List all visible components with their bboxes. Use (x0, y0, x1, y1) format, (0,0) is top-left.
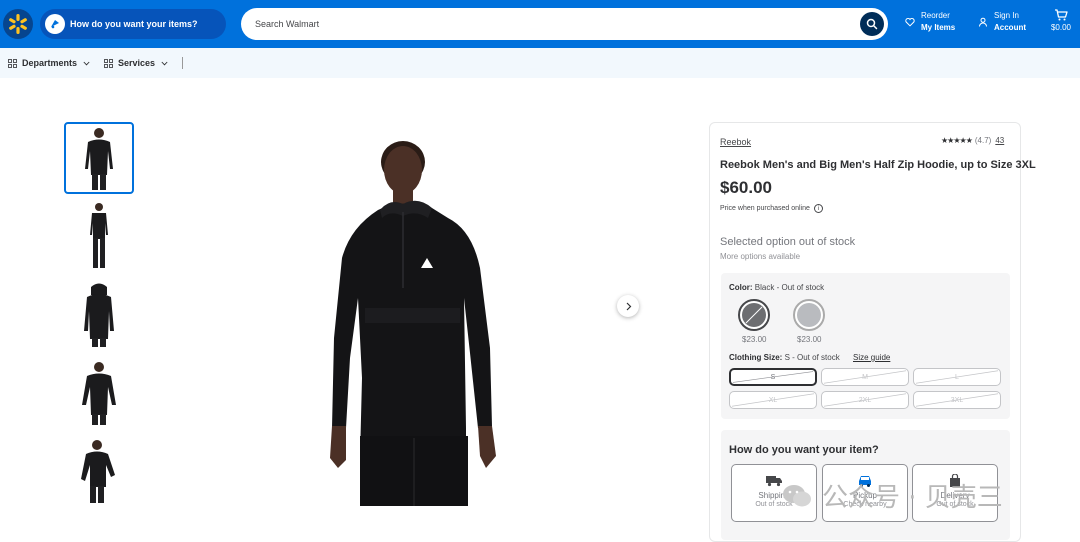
swatch-price: $23.00 (742, 335, 767, 344)
search-icon (866, 18, 878, 30)
product-thumbnail-image (82, 362, 116, 425)
price-note-text: Price when purchased online (720, 205, 810, 212)
delivery-icon (45, 14, 65, 34)
services-label: Services (118, 58, 156, 68)
rating-summary[interactable]: ★★★★★ (4.7) 43 (941, 136, 1004, 145)
thumbnail-3[interactable] (64, 278, 134, 350)
size-option-m[interactable]: M (821, 368, 909, 386)
unavailable-strike-icon (732, 371, 814, 383)
size-label: Clothing Size: S - Out of stock (729, 353, 840, 362)
search-bar (241, 8, 888, 40)
color-swatch-black[interactable] (738, 299, 770, 331)
departments-label: Departments (22, 58, 78, 68)
price-note: Price when purchased online i (720, 204, 823, 213)
info-icon[interactable]: i (813, 204, 823, 213)
review-count-link[interactable]: 43 (995, 136, 1004, 145)
size-option-xl[interactable]: XL (729, 391, 817, 409)
rating-value: (4.7) (974, 136, 992, 145)
grid-icon (8, 58, 17, 68)
color-label: Color: Black - Out of stock (729, 283, 824, 292)
global-header: How do you want your items? Reorder My I… (0, 0, 1080, 48)
fulfillment-title: How do you want your item? (729, 444, 879, 456)
brand-link[interactable]: Reebok (720, 137, 751, 147)
size-option-3xl[interactable]: 3XL (913, 391, 1001, 409)
main-product-image (330, 141, 496, 506)
product-price: $60.00 (720, 178, 772, 197)
chevron-down-icon (83, 61, 90, 65)
walmart-logo[interactable] (3, 9, 33, 39)
size-label-value: S - Out of stock (784, 353, 840, 362)
search-input[interactable] (255, 19, 835, 29)
size-label-key: Clothing Size: (729, 353, 783, 362)
thumbnail-4[interactable] (64, 356, 134, 428)
truck-icon (765, 473, 783, 489)
wechat-logo-icon (783, 484, 811, 506)
color-label-key: Color: (729, 283, 753, 292)
account-link[interactable]: Sign In Account (978, 10, 1026, 34)
next-image-button[interactable] (617, 295, 639, 317)
swatch-color (797, 303, 821, 327)
nav-divider (182, 57, 184, 69)
reorder-label: Reorder (921, 11, 950, 20)
services-menu[interactable]: Services (104, 58, 168, 68)
size-option-2xl[interactable]: 2XL (821, 391, 909, 409)
thumbnail-2[interactable] (64, 200, 134, 272)
unavailable-strike-icon (915, 393, 999, 407)
watermark: 公众号 · 贝壳三 (782, 477, 1003, 514)
delivery-method-button[interactable]: How do you want your items? (40, 9, 226, 39)
star-rating-icon: ★★★★★ (941, 136, 973, 145)
chevron-right-icon (626, 302, 631, 310)
unavailable-strike-icon (915, 370, 999, 384)
departments-menu[interactable]: Departments (8, 58, 90, 68)
spark-icon (9, 14, 27, 34)
product-thumbnail-image (84, 283, 114, 347)
user-icon (979, 17, 987, 27)
product-thumbnail-image (85, 128, 113, 190)
size-option-l[interactable]: L (913, 368, 1001, 386)
thumbnail-5[interactable] (64, 434, 134, 506)
account-label: Account (994, 23, 1026, 32)
size-option-s[interactable]: S (729, 368, 817, 386)
product-thumbnail-image (90, 203, 108, 268)
watermark-text: 公众号 · 贝壳三 (822, 483, 1003, 513)
product-thumbnail-image (81, 440, 115, 503)
heart-icon (905, 17, 915, 27)
cart-total: $0.00 (1050, 23, 1072, 32)
unavailable-strike-icon (745, 306, 763, 324)
stock-status: Selected option out of stock (720, 236, 856, 248)
delivery-method-label: How do you want your items? (70, 19, 198, 29)
unavailable-strike-icon (823, 370, 907, 384)
color-swatch-gray[interactable] (793, 299, 825, 331)
unavailable-strike-icon (823, 393, 907, 407)
grid-icon (104, 58, 113, 68)
thumbnail-1[interactable] (64, 122, 134, 194)
swatch-price: $23.00 (797, 335, 822, 344)
search-button[interactable] (860, 12, 884, 36)
cart-button[interactable]: $0.00 (1047, 9, 1075, 32)
size-guide-link[interactable]: Size guide (853, 353, 890, 362)
sign-in-label: Sign In (994, 11, 1019, 20)
reorder-link[interactable]: Reorder My Items (905, 10, 955, 34)
cart-icon (1055, 9, 1068, 21)
color-label-value: Black - Out of stock (754, 283, 825, 292)
sub-navigation: Departments Services (0, 48, 1080, 78)
my-items-label: My Items (921, 23, 956, 32)
chevron-down-icon (161, 61, 168, 65)
unavailable-strike-icon (731, 393, 815, 407)
more-options-text: More options available (720, 252, 801, 261)
product-title: Reebok Men's and Big Men's Half Zip Hood… (720, 159, 1036, 171)
